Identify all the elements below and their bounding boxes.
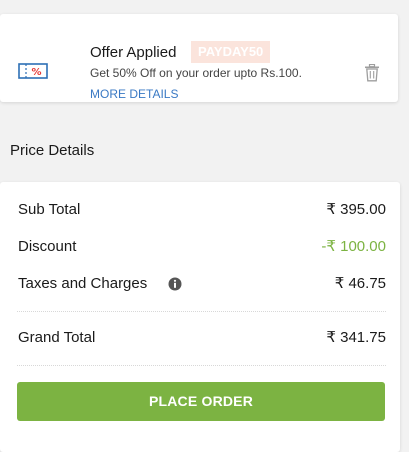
- svg-text:%: %: [31, 67, 41, 78]
- coupon-icon: %: [18, 62, 48, 85]
- price-details-title: Price Details: [10, 142, 95, 159]
- offer-description: Get 50% Off on your order upto Rs.100.: [90, 66, 302, 80]
- taxes-value: ₹ 46.75: [334, 275, 386, 292]
- divider: [17, 311, 386, 312]
- subtotal-label: Sub Total: [18, 201, 81, 218]
- divider: [17, 365, 386, 366]
- grand-total-value: ₹ 341.75: [326, 329, 386, 346]
- info-icon[interactable]: [168, 277, 182, 296]
- offer-code-badge: PAYDAY50: [191, 41, 271, 63]
- offer-title: Offer Applied: [90, 44, 177, 61]
- grand-total-label: Grand Total: [18, 329, 96, 346]
- discount-value: -₹ 100.00: [321, 238, 386, 255]
- discount-label: Discount: [18, 238, 77, 255]
- offer-card: % Offer Applied PAYDAY50 Get 50% Off on …: [0, 14, 398, 102]
- place-order-button[interactable]: PLACE ORDER: [17, 382, 385, 421]
- trash-icon[interactable]: [364, 63, 380, 87]
- more-details-link[interactable]: MORE DETAILS: [90, 87, 178, 101]
- subtotal-value: ₹ 395.00: [326, 201, 386, 218]
- taxes-label: Taxes and Charges: [18, 275, 148, 292]
